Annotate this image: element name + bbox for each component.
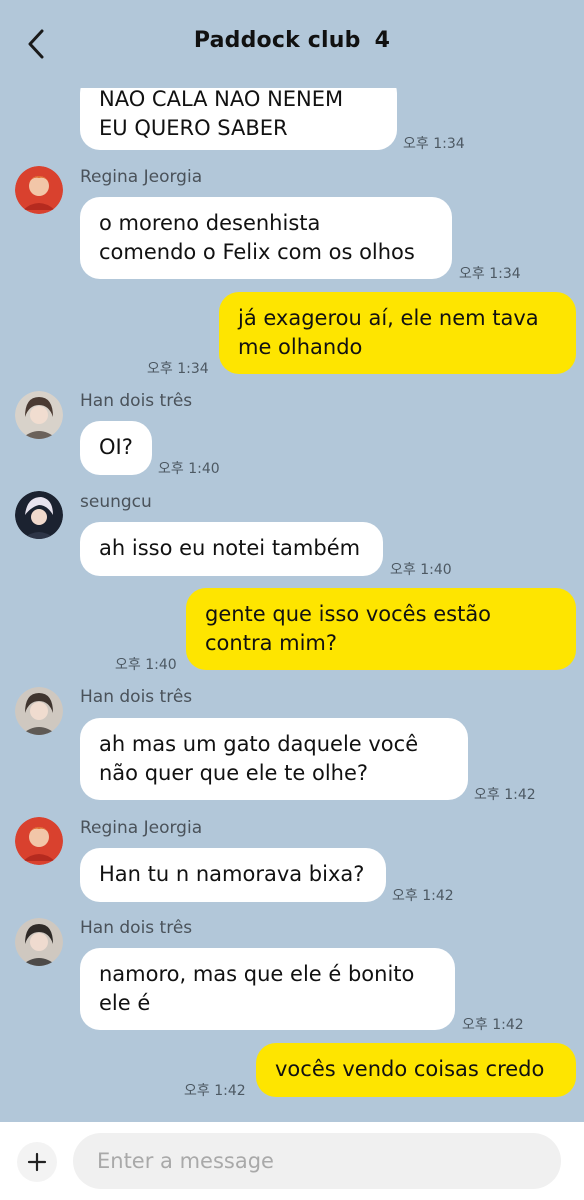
message-time: 오후 1:34 bbox=[403, 136, 465, 152]
avatar[interactable] bbox=[15, 817, 63, 865]
sender-name: Han dois três bbox=[80, 918, 193, 938]
avatar[interactable] bbox=[15, 166, 63, 214]
message-bubble-outgoing[interactable]: gente que isso vocês estão contra mim? bbox=[186, 588, 576, 670]
sender-name: Regina Jeorgia bbox=[80, 167, 203, 187]
message-bubble[interactable]: Han tu n namorava bixa? bbox=[80, 848, 386, 902]
message-time: 오후 1:42 bbox=[474, 787, 536, 803]
message-bubble[interactable]: o moreno desenhista comendo o Felix com … bbox=[80, 197, 452, 279]
message-text-line: já exagerou aí, ele nem tava bbox=[238, 306, 539, 330]
message-time: 오후 1:42 bbox=[462, 1017, 524, 1033]
chat-area: NAO CALA NAO NENEM EU QUERO SABER 오후 1:3… bbox=[0, 0, 584, 1122]
avatar[interactable] bbox=[15, 687, 63, 735]
message-text-line: vocês vendo coisas credo bbox=[275, 1057, 545, 1081]
message-time: 오후 1:40 bbox=[115, 657, 177, 673]
message-text-line: comendo o Felix com os olhos bbox=[99, 240, 415, 264]
avatar[interactable] bbox=[15, 391, 63, 439]
message-text-line: Han tu n namorava bixa? bbox=[99, 862, 365, 886]
message-bubble[interactable]: ah isso eu notei também bbox=[80, 522, 383, 576]
message-text-line: não quer que ele te olhe? bbox=[99, 761, 369, 785]
message-time: 오후 1:40 bbox=[390, 562, 452, 578]
message-text-line: gente que isso vocês estão bbox=[205, 602, 492, 626]
message-text-line: me olhando bbox=[238, 335, 363, 359]
message-text-line: ah isso eu notei também bbox=[99, 536, 361, 560]
member-count: 4 bbox=[374, 28, 391, 53]
message-bubble-outgoing[interactable]: vocês vendo coisas credo bbox=[256, 1043, 576, 1097]
message-time: 오후 1:34 bbox=[147, 361, 209, 377]
message-time: 오후 1:34 bbox=[459, 266, 521, 282]
chat-title: Paddock club 4 bbox=[0, 28, 584, 53]
message-bubble[interactable]: namoro, mas que ele é bonito ele é bbox=[80, 948, 455, 1030]
avatar[interactable] bbox=[15, 491, 63, 539]
message-bubble[interactable]: ah mas um gato daquele você não quer que… bbox=[80, 718, 468, 800]
plus-icon bbox=[27, 1152, 47, 1172]
message-composer bbox=[0, 1122, 584, 1200]
sender-name: Han dois três bbox=[80, 391, 193, 411]
message-text-line: o moreno desenhista bbox=[99, 211, 321, 235]
sender-name: Han dois três bbox=[80, 687, 193, 707]
message-bubble[interactable]: OI? bbox=[80, 421, 152, 475]
message-text-line: namoro, mas que ele é bonito bbox=[99, 962, 415, 986]
attach-button[interactable] bbox=[17, 1142, 57, 1182]
message-time: 오후 1:40 bbox=[158, 461, 220, 477]
avatar[interactable] bbox=[15, 918, 63, 966]
message-text-line: ah mas um gato daquele você bbox=[99, 732, 419, 756]
message-bubble-outgoing[interactable]: já exagerou aí, ele nem tava me olhando bbox=[219, 292, 576, 374]
message-text-line: ele é bbox=[99, 991, 151, 1015]
message-text-line: NAO CALA NAO NENEM bbox=[99, 87, 344, 111]
message-text-line: contra mim? bbox=[205, 631, 338, 655]
chat-header: Paddock club 4 bbox=[0, 0, 584, 88]
message-text-line: EU QUERO SABER bbox=[99, 116, 288, 140]
message-time: 오후 1:42 bbox=[392, 888, 454, 904]
sender-name: seungcu bbox=[80, 492, 152, 512]
message-text-line: OI? bbox=[99, 435, 133, 459]
message-time: 오후 1:42 bbox=[184, 1083, 246, 1099]
chat-name: Paddock club bbox=[193, 28, 361, 53]
sender-name: Regina Jeorgia bbox=[80, 818, 203, 838]
message-input[interactable] bbox=[73, 1133, 561, 1189]
